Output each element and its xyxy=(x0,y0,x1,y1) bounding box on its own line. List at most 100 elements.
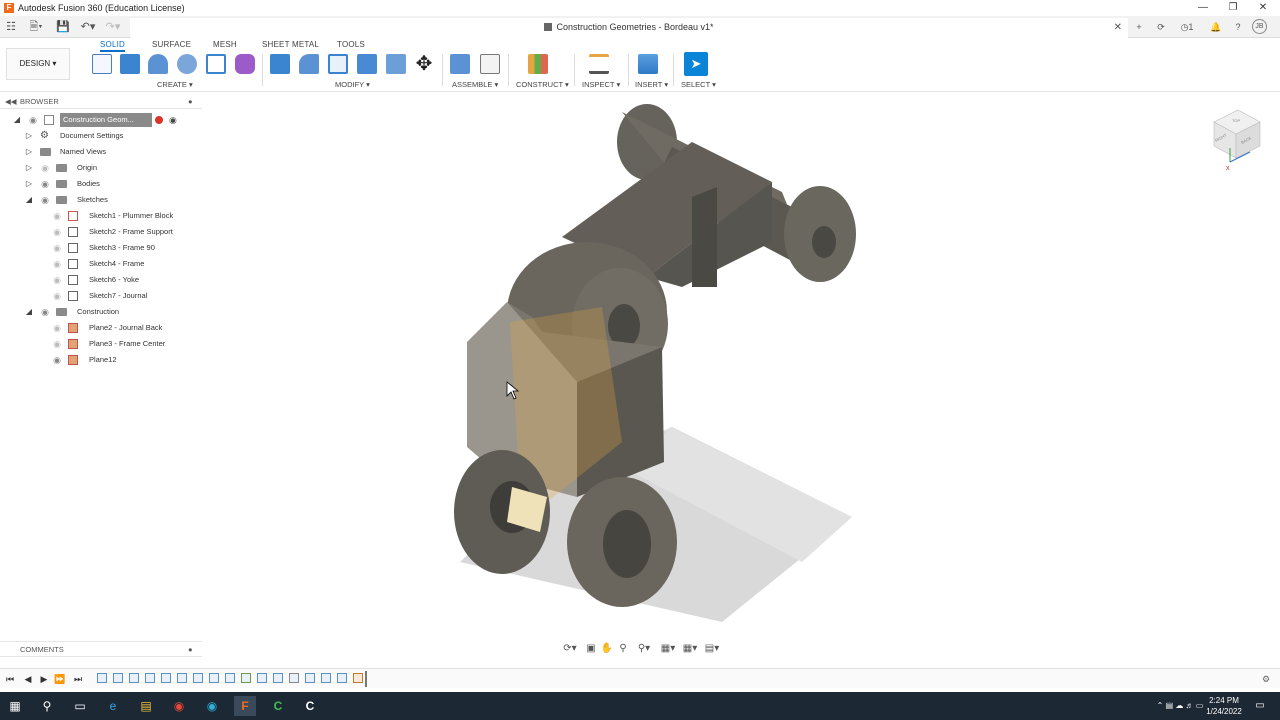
undo-icon[interactable]: ↶▾ xyxy=(78,19,98,35)
grid-settings-icon[interactable]: ▦▾ xyxy=(680,642,700,656)
pan-hand-icon[interactable]: ✋ xyxy=(600,642,614,656)
tree-item-bodies[interactable]: ▷ ◉ Bodies xyxy=(0,177,202,191)
collapsed-arrow-icon[interactable]: ▷ xyxy=(24,129,34,143)
construct-menu[interactable]: CONSTRUCT ▾ xyxy=(516,80,569,89)
viewports-icon[interactable]: ▤▾ xyxy=(702,642,722,656)
visibility-eye-icon[interactable]: ◉ xyxy=(52,337,62,351)
edge-icon[interactable]: e xyxy=(103,696,123,716)
press-pull-icon[interactable] xyxy=(270,54,290,74)
tree-item-document-settings[interactable]: ▷ ⚙ Document Settings xyxy=(0,129,202,143)
timeline-feature-icon[interactable] xyxy=(193,673,203,683)
save-icon[interactable]: 💾 xyxy=(56,19,70,35)
inspect-menu[interactable]: INSPECT ▾ xyxy=(582,80,620,89)
timeline-forward-icon[interactable]: ⏩ xyxy=(54,672,66,686)
select-menu[interactable]: SELECT ▾ xyxy=(681,80,716,89)
create-sketch-icon[interactable] xyxy=(92,54,112,74)
tab-surface[interactable]: SURFACE xyxy=(152,40,191,49)
move-copy-icon[interactable]: ✥ xyxy=(414,54,434,74)
timeline-start-icon[interactable]: ⏮ xyxy=(4,672,16,686)
fusion-taskbar-icon[interactable]: F xyxy=(234,696,256,716)
browser-pin-icon[interactable]: ● xyxy=(188,97,193,106)
timeline-marker[interactable] xyxy=(365,671,367,687)
timeline-feature-icon[interactable] xyxy=(289,673,299,683)
insert-image-icon[interactable] xyxy=(638,54,658,74)
tree-item-sketch4[interactable]: ◉ Sketch4 - Frame xyxy=(0,257,202,271)
timeline-end-icon[interactable]: ⏭ xyxy=(72,672,84,686)
document-tab[interactable]: Construction Geometries - Bordeau v1* ✕ xyxy=(130,18,1128,38)
timeline-feature-icon[interactable] xyxy=(353,673,363,683)
timeline-feature-icon[interactable] xyxy=(129,673,139,683)
timeline-feature-icon[interactable] xyxy=(177,673,187,683)
visibility-eye-icon[interactable]: ◉ xyxy=(28,113,38,127)
search-icon[interactable]: ⚲ xyxy=(37,696,57,716)
tree-item-sketch6[interactable]: ◉ Sketch6 - Yoke xyxy=(0,273,202,287)
task-view-icon[interactable]: ▭ xyxy=(70,696,90,716)
collapsed-arrow-icon[interactable]: ▷ xyxy=(24,177,34,191)
tab-sheet-metal[interactable]: SHEET METAL xyxy=(262,40,319,49)
visibility-eye-icon[interactable]: ◉ xyxy=(52,273,62,287)
comments-pin-icon[interactable]: ● xyxy=(188,645,193,654)
windows-start-icon[interactable]: ▦ xyxy=(5,696,25,716)
close-window-button[interactable]: ✕ xyxy=(1248,0,1278,16)
close-tab-icon[interactable]: ✕ xyxy=(1114,18,1122,37)
pattern-icon[interactable] xyxy=(206,54,226,74)
look-at-icon[interactable]: ▣ xyxy=(584,642,598,656)
notification-center-icon[interactable]: ▭ xyxy=(1252,692,1268,720)
timeline-feature-icon[interactable] xyxy=(273,673,283,683)
file-explorer-icon[interactable]: ▤ xyxy=(136,696,156,716)
tree-item-origin[interactable]: ▷ ◉ Origin xyxy=(0,161,202,175)
minimize-button[interactable]: — xyxy=(1188,0,1218,16)
visibility-eye-icon[interactable]: ◉ xyxy=(52,241,62,255)
workspace-switcher-button[interactable]: DESIGN ▾ xyxy=(6,48,70,80)
visibility-eye-icon[interactable]: ◉ xyxy=(40,193,50,207)
timeline-feature-icon[interactable] xyxy=(113,673,123,683)
split-body-icon[interactable] xyxy=(386,54,406,74)
select-arrow-icon[interactable]: ➤ xyxy=(684,52,708,76)
combine-icon[interactable] xyxy=(357,54,377,74)
help-icon[interactable]: ? xyxy=(1230,19,1246,35)
joint-icon[interactable] xyxy=(480,54,500,74)
data-panel-grid-icon[interactable]: ☷ xyxy=(4,19,18,35)
hole-icon[interactable] xyxy=(177,54,197,74)
shell-icon[interactable] xyxy=(328,54,348,74)
tree-item-sketch3[interactable]: ◉ Sketch3 - Frame 90 xyxy=(0,241,202,255)
form-icon[interactable] xyxy=(235,54,255,74)
visibility-eye-icon[interactable]: ◉ xyxy=(40,161,50,175)
visibility-eye-icon[interactable]: ◉ xyxy=(52,209,62,223)
expanded-arrow-icon[interactable]: ◢ xyxy=(24,193,34,207)
extrude-icon[interactable] xyxy=(120,54,140,74)
new-component-icon[interactable] xyxy=(450,54,470,74)
extensions-icon[interactable]: ⟳ xyxy=(1153,19,1169,35)
timeline-feature-icon[interactable] xyxy=(225,673,235,683)
tab-mesh[interactable]: MESH xyxy=(213,40,237,49)
timeline-feature-icon[interactable] xyxy=(337,673,347,683)
timeline-back-icon[interactable]: ◀ xyxy=(22,672,34,686)
timeline-feature-icon[interactable] xyxy=(97,673,107,683)
timeline-feature-icon[interactable] xyxy=(145,673,155,683)
collapsed-arrow-icon[interactable]: ▷ xyxy=(24,161,34,175)
visibility-eye-icon[interactable]: ◉ xyxy=(52,225,62,239)
tree-item-sketch7[interactable]: ◉ Sketch7 - Journal xyxy=(0,289,202,303)
zoom-icon[interactable]: ⚲ xyxy=(616,642,630,656)
new-tab-icon[interactable]: + xyxy=(1131,19,1147,35)
timeline-feature-icon[interactable] xyxy=(257,673,267,683)
activate-radio-icon[interactable]: ◉ xyxy=(169,113,177,127)
tree-item-plane12[interactable]: ◉ Plane12 xyxy=(0,353,202,367)
visibility-eye-icon[interactable]: ◉ xyxy=(52,257,62,271)
collapsed-arrow-icon[interactable]: ▷ xyxy=(24,145,34,159)
camtasia-recorder-icon[interactable]: C xyxy=(300,696,320,716)
fillet-icon[interactable] xyxy=(299,54,319,74)
visibility-eye-icon[interactable]: ◉ xyxy=(52,353,62,367)
job-status-icon[interactable]: ◷1 xyxy=(1176,19,1198,35)
timeline-feature-icon[interactable] xyxy=(321,673,331,683)
edge-new-icon[interactable]: ◉ xyxy=(202,696,222,716)
file-menu-icon[interactable]: 🗎▾ xyxy=(26,19,46,35)
tree-item-plane3[interactable]: ◉ Plane3 - Frame Center xyxy=(0,337,202,351)
canvas-viewport[interactable]: x TOP RIGHT BACK xyxy=(202,92,1280,657)
chrome-icon[interactable]: ◉ xyxy=(169,696,189,716)
tree-item-named-views[interactable]: ▷ Named Views xyxy=(0,145,202,159)
fit-icon[interactable]: ⚲▾ xyxy=(634,642,654,656)
tree-item-plane2[interactable]: ◉ Plane2 - Journal Back xyxy=(0,321,202,335)
camtasia-icon[interactable]: C xyxy=(268,696,288,716)
clock[interactable]: 2:24 PM 1/24/2022 xyxy=(1198,695,1250,719)
